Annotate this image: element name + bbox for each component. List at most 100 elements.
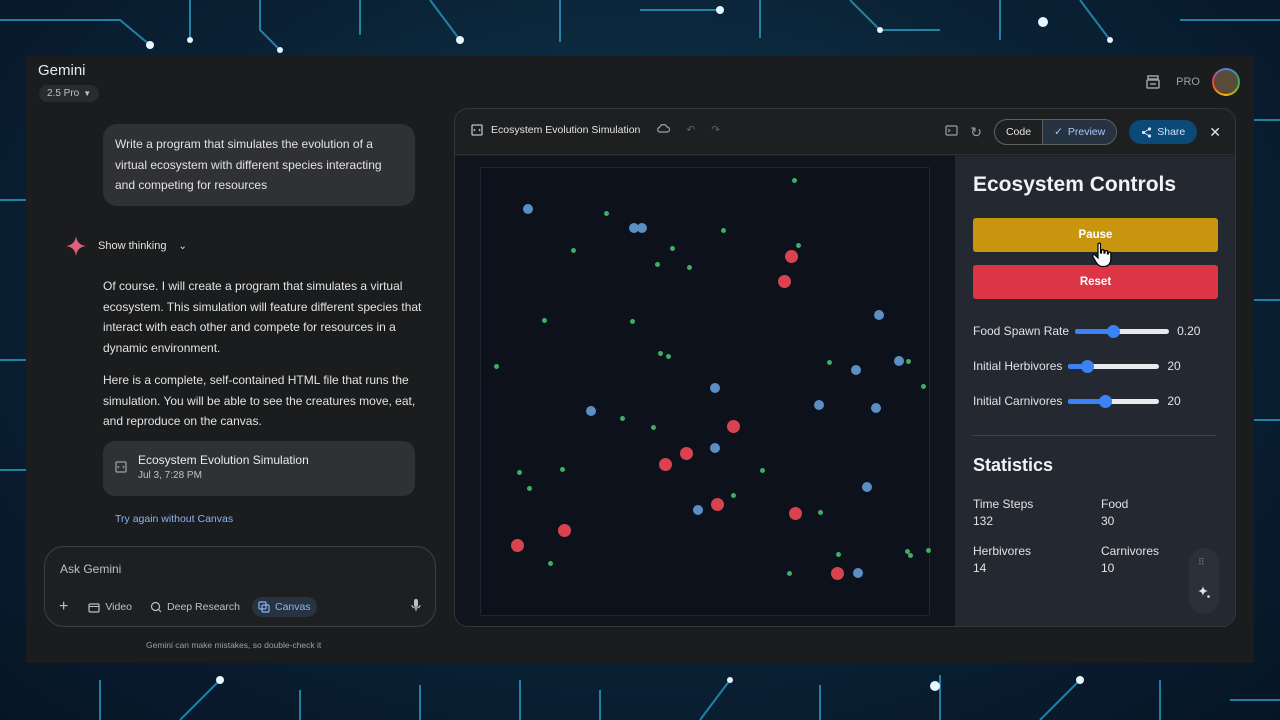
share-label: Share xyxy=(1157,126,1186,138)
canvas-tool-button[interactable]: Canvas xyxy=(251,597,317,617)
stat-food: Food 30 xyxy=(1101,496,1128,530)
initial-herbivores-value: 20 xyxy=(1167,359,1181,373)
herbivore-creature xyxy=(853,568,863,578)
reset-button[interactable]: Reset xyxy=(973,265,1218,299)
deep-research-tool-button[interactable]: Deep Research xyxy=(144,597,246,617)
top-right-actions: PRO xyxy=(1142,68,1240,96)
food-particle xyxy=(687,265,692,270)
console-icon[interactable] xyxy=(945,123,958,141)
drag-handle-icon[interactable]: ⠿ xyxy=(1198,557,1205,568)
floating-actions: ⠿ xyxy=(1189,548,1219,614)
herbivore-creature xyxy=(851,365,861,375)
video-tool-button[interactable]: Video xyxy=(82,597,138,617)
food-particle xyxy=(571,248,576,253)
food-particle xyxy=(548,561,553,566)
redo-icon[interactable]: ↷ xyxy=(711,124,720,136)
deep-research-tool-label: Deep Research xyxy=(167,601,240,613)
initial-herbivores-label: Initial Herbivores xyxy=(973,359,1063,373)
food-spawn-rate-value: 0.20 xyxy=(1177,324,1201,338)
statistics-title: Statistics xyxy=(973,455,1054,475)
show-thinking-toggle[interactable]: Show thinking ⌄ xyxy=(66,236,187,256)
food-particle xyxy=(542,318,547,323)
refresh-icon[interactable]: ↻ xyxy=(970,124,982,141)
model-selector[interactable]: 2.5 Pro ▼ xyxy=(39,85,100,102)
prompt-input[interactable]: Ask Gemini xyxy=(60,562,121,576)
food-particle xyxy=(651,425,656,430)
add-button[interactable]: + xyxy=(59,598,76,616)
check-icon: ✓ xyxy=(1054,126,1063,138)
archive-icon[interactable] xyxy=(1142,71,1164,93)
initial-carnivores-value: 20 xyxy=(1167,394,1181,408)
herbivore-creature xyxy=(637,223,647,233)
food-particle xyxy=(731,493,736,498)
response-paragraph-1: Of course. I will create a program that … xyxy=(103,279,422,355)
stat-label: Food xyxy=(1101,497,1129,511)
food-particle xyxy=(630,319,635,324)
initial-carnivores-slider[interactable] xyxy=(1068,394,1160,408)
hand-cursor-icon xyxy=(1092,242,1112,268)
stat-label: Carnivores xyxy=(1101,544,1160,558)
herbivore-creature xyxy=(586,406,596,416)
food-particle xyxy=(517,470,522,475)
deep-research-icon xyxy=(150,601,162,613)
food-particle xyxy=(527,486,532,491)
canvas-card-title: Ecosystem Evolution Simulation xyxy=(138,453,309,467)
initial-carnivores-label: Initial Carnivores xyxy=(973,394,1063,408)
divider xyxy=(973,435,1217,436)
avatar[interactable] xyxy=(1212,68,1240,96)
carnivore-creature xyxy=(558,524,571,537)
canvas-document-card[interactable]: Ecosystem Evolution Simulation Jul 3, 7:… xyxy=(103,441,415,496)
video-tool-label: Video xyxy=(105,601,133,613)
food-particle xyxy=(908,553,913,558)
simulation-canvas[interactable] xyxy=(480,167,931,616)
food-particle xyxy=(760,468,765,473)
input-tools: + Video Deep Research Canvas xyxy=(59,597,317,617)
stat-value: 10 xyxy=(1101,561,1115,575)
carnivore-creature xyxy=(511,539,524,552)
show-thinking-label: Show thinking xyxy=(98,240,167,252)
carnivore-creature xyxy=(831,567,844,580)
close-icon[interactable]: ✕ xyxy=(1209,124,1221,141)
initial-herbivores-slider[interactable] xyxy=(1068,359,1160,373)
model-label: 2.5 Pro xyxy=(47,88,80,99)
app-title: Gemini xyxy=(38,62,86,79)
initial-herbivores-slider-row: Initial Herbivores 20 xyxy=(973,359,1181,373)
undo-icon[interactable]: ↶ xyxy=(686,124,695,136)
herbivore-creature xyxy=(862,482,872,492)
food-particle xyxy=(827,360,832,365)
share-button[interactable]: Share xyxy=(1129,120,1198,144)
food-particle xyxy=(620,416,625,421)
food-particle xyxy=(560,467,565,472)
carnivore-creature xyxy=(785,250,798,263)
carnivore-creature xyxy=(711,498,724,511)
pro-badge: PRO xyxy=(1176,76,1200,88)
gemini-spark-icon xyxy=(66,236,86,256)
food-particle xyxy=(906,359,911,364)
sparkle-edit-icon[interactable] xyxy=(1197,585,1211,599)
canvas-panel-title: Ecosystem Evolution Simulation xyxy=(491,123,641,136)
prompt-input-box[interactable]: Ask Gemini + Video Deep Research Canvas xyxy=(44,546,436,627)
herbivore-creature xyxy=(874,310,884,320)
code-file-icon xyxy=(471,123,483,136)
stat-carnivores: Carnivores 10 xyxy=(1101,543,1159,577)
code-file-icon xyxy=(115,461,127,473)
herbivore-creature xyxy=(894,356,904,366)
preview-tab[interactable]: ✓ Preview xyxy=(1042,120,1117,144)
chevron-down-icon: ⌄ xyxy=(178,240,187,252)
microphone-icon[interactable] xyxy=(411,598,421,612)
stat-value: 132 xyxy=(973,514,994,528)
carnivore-creature xyxy=(778,275,791,288)
herbivore-creature xyxy=(814,400,824,410)
stat-value: 30 xyxy=(1101,514,1115,528)
carnivore-creature xyxy=(789,507,802,520)
code-tab[interactable]: Code xyxy=(995,120,1042,144)
stat-label: Herbivores xyxy=(973,544,1032,558)
food-spawn-rate-slider[interactable] xyxy=(1075,324,1170,338)
controls-sidebar: Ecosystem Controls Pause Reset Food Spaw… xyxy=(955,156,1235,626)
food-spawn-rate-label: Food Spawn Rate xyxy=(973,324,1070,338)
food-particle xyxy=(721,228,726,233)
cloud-sync-icon xyxy=(656,123,671,136)
try-again-link[interactable]: Try again without Canvas xyxy=(115,513,233,525)
food-particle xyxy=(655,262,660,267)
food-particle xyxy=(921,384,926,389)
